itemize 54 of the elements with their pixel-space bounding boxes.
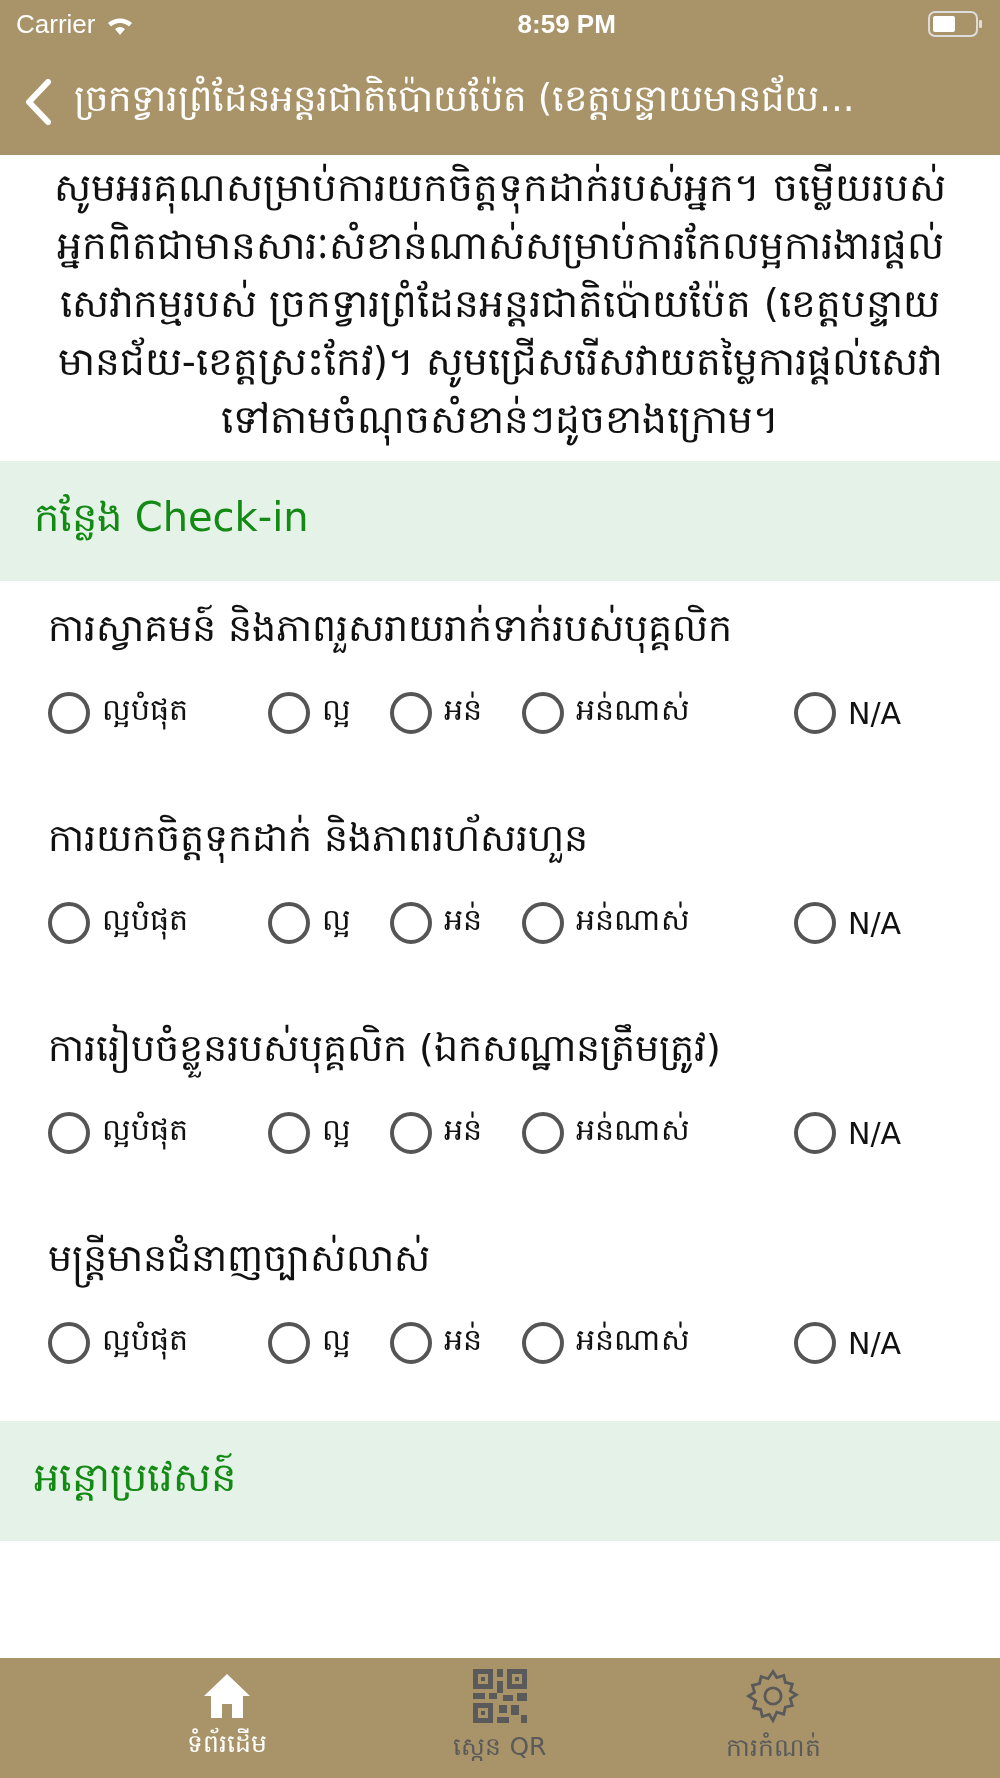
rating-option[interactable]: ល្អ <box>268 901 390 945</box>
battery-icon <box>928 11 984 37</box>
rating-option[interactable]: N/A <box>794 1321 952 1365</box>
rating-option[interactable]: អន់ណាស់ <box>522 1111 794 1155</box>
question-text: ការស្វាគមន៍ និងភាពរួសរាយរាក់ទាក់របស់បុគ្គលិក <box>48 599 952 657</box>
rating-option[interactable]: N/A <box>794 901 952 945</box>
rating-option[interactable]: ល្អ <box>268 1321 390 1365</box>
radio-button[interactable] <box>794 692 836 734</box>
radio-button[interactable] <box>794 1112 836 1154</box>
radio-button[interactable] <box>390 1112 432 1154</box>
radio-button[interactable] <box>268 692 310 734</box>
rating-option[interactable]: អន់ណាស់ <box>522 1321 794 1365</box>
question-text: ការរៀបចំខ្លួនរបស់បុគ្គលិក (ឯកសណ្ឋានត្រឹមត្រូវ) <box>48 1019 952 1077</box>
rating-option[interactable]: ល្អបំផុត <box>48 901 268 945</box>
rating-option[interactable]: N/A <box>794 1111 952 1155</box>
radio-button[interactable] <box>794 1322 836 1364</box>
status-time: 8:59 PM <box>517 8 616 40</box>
radio-button[interactable] <box>522 902 564 944</box>
radio-button[interactable] <box>48 692 90 734</box>
rating-option[interactable]: អន់ <box>390 691 522 735</box>
question-text: មន្ត្រីមានជំនាញច្បាស់លាស់ <box>48 1229 952 1287</box>
back-chevron-icon <box>24 78 52 125</box>
section-header: កន្លែង Check-in <box>0 461 1000 581</box>
page-title: ច្រកទ្វារព្រំដែនអន្តរជាតិប៉ោយប៉ែត (ខេត្តបន្ទាយមានជ័យ... <box>74 74 855 122</box>
qr-code-icon <box>473 1669 527 1723</box>
back-button[interactable] <box>24 78 52 125</box>
radio-button[interactable] <box>522 1112 564 1154</box>
rating-option[interactable]: ល្អ <box>268 691 390 735</box>
radio-button[interactable] <box>48 902 90 944</box>
radio-button[interactable] <box>268 902 310 944</box>
rating-option[interactable]: អន់ <box>390 1321 522 1365</box>
rating-option[interactable]: អន់ <box>390 901 522 945</box>
radio-button[interactable] <box>268 1112 310 1154</box>
carrier-label: Carrier <box>16 8 96 40</box>
rating-option[interactable]: ល្អបំផុត <box>48 691 268 735</box>
radio-button[interactable] <box>390 692 432 734</box>
rating-option[interactable]: អន់ណាស់ <box>522 691 794 735</box>
radio-button[interactable] <box>794 902 836 944</box>
rating-option[interactable]: អន់ <box>390 1111 522 1155</box>
intro-text: សូមអរគុណសម្រាប់ការយកចិត្តទុកដាក់របស់អ្នក។ ចម្លើយរបស់អ្នកពិតជាមានសារៈសំខាន់ណាស់សម្រាប់ការកែលម្អការងារផ្តល់សេវាកម្មរបស់ ច្រកទ្វារព្រំដែនអន្តរជាតិប៉ោយប៉ែត (ខេត្តបន្ទាយមានជ័យ-ខេត្តស្រះកែវ)។ សូមជ្រើសរើសវាយតម្លៃការផ្តល់សេវាទៅតាមចំណុចសំខាន់ៗដូចខាងក្រោម។ <box>0 155 1000 461</box>
radio-button[interactable] <box>390 902 432 944</box>
radio-button[interactable] <box>48 1322 90 1364</box>
rating-option[interactable]: ល្អបំផុត <box>48 1111 268 1155</box>
rating-option[interactable]: អន់ណាស់ <box>522 901 794 945</box>
radio-button[interactable] <box>522 1322 564 1364</box>
rating-option[interactable]: ល្អ <box>268 1111 390 1155</box>
radio-button[interactable] <box>268 1322 310 1364</box>
radio-button[interactable] <box>390 1322 432 1364</box>
section-header: អន្តោប្រវេសន៍ <box>0 1421 1000 1541</box>
question-text: ការយកចិត្តទុកដាក់ និងភាពរហ័សរហួន <box>48 809 952 867</box>
rating-option[interactable]: ល្អបំផុត <box>48 1321 268 1365</box>
radio-button[interactable] <box>522 692 564 734</box>
rating-option[interactable]: N/A <box>794 691 952 735</box>
radio-button[interactable] <box>48 1112 90 1154</box>
